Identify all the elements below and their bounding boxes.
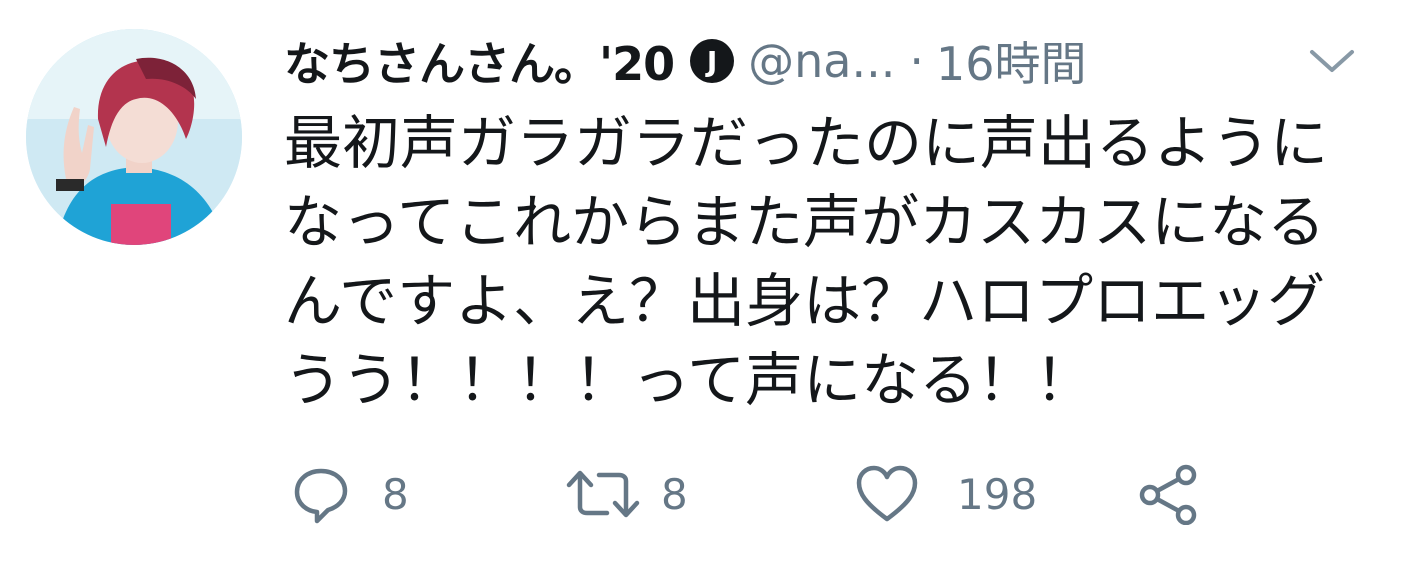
chevron-down-icon[interactable] (1308, 46, 1356, 76)
tweet-text: 最初声ガラガラだったのに声出るように なってこれからまた声がカスカスになる んで… (284, 104, 1384, 420)
tweet-card[interactable]: なちさんさん。'20 J @na... · 16時間 最初声ガラガラだったのに声… (0, 0, 1418, 563)
reply-icon (294, 468, 348, 524)
retweet-icon (566, 470, 640, 518)
reply-count: 8 (382, 469, 409, 519)
tweet-actions: 8 8 198 (0, 458, 1418, 538)
heart-icon (856, 465, 918, 522)
like-button[interactable]: 198 (855, 458, 1037, 530)
tweet-text-line: んですよ、え？出身は？ハロプロエッグ (284, 267, 1326, 335)
like-count: 198 (957, 469, 1038, 519)
tweet-header: なちさんさん。'20 J @na... · 16時間 (284, 26, 1394, 96)
share-icon (1139, 464, 1197, 525)
avatar-image (26, 29, 242, 245)
tweet-text-line: 最初声ガラガラだったのに声出るように (284, 109, 1329, 177)
tweet-text-line: なってこれからまた声がカスカスになる (284, 188, 1326, 256)
retweet-count: 8 (661, 469, 688, 519)
header-separator: · (909, 34, 924, 88)
reply-button[interactable]: 8 (290, 458, 409, 530)
retweet-button[interactable]: 8 (565, 458, 688, 530)
author-display-name[interactable]: なちさんさん。'20 (284, 28, 675, 94)
author-handle[interactable]: @na... (748, 34, 895, 88)
share-button[interactable] (1138, 458, 1200, 530)
author-badge: J (690, 39, 735, 83)
author-avatar[interactable] (26, 29, 242, 245)
tweet-timestamp[interactable]: 16時間 (936, 28, 1087, 94)
tweet-text-line: うう！！！！って声になる！！ (284, 346, 1094, 414)
